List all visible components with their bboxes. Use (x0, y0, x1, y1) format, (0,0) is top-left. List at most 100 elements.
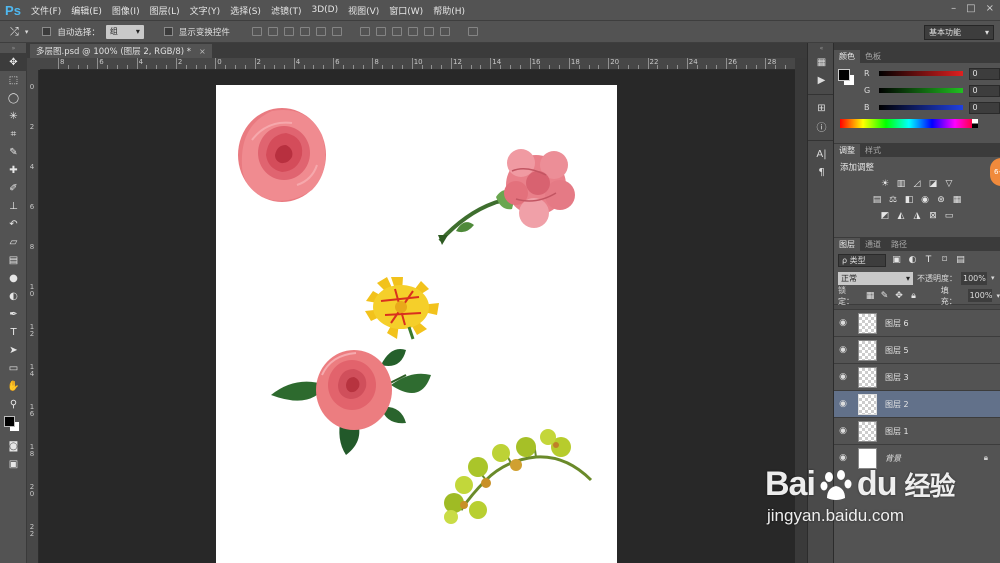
move-tool-icon[interactable]: ✥ (0, 53, 27, 71)
align-hcenter-icon[interactable] (315, 27, 326, 36)
hue-saturation-icon[interactable]: ▤ (872, 194, 883, 205)
show-transform-checkbox[interactable] (163, 27, 173, 36)
red-slider[interactable] (879, 71, 963, 76)
distribute-bottom-icon[interactable] (391, 27, 402, 36)
exposure-icon[interactable]: ◪ (928, 178, 939, 189)
tool-preset-chevron-icon[interactable]: ▾ (25, 28, 29, 36)
workspace-dropdown[interactable]: 基本功能 ▾ (924, 25, 994, 40)
magic-wand-tool-icon[interactable]: ✳ (0, 107, 27, 125)
photo-filter-icon[interactable]: ◉ (920, 194, 931, 205)
fill-chevron-icon[interactable]: ▾ (996, 292, 1000, 300)
fill-input[interactable]: 100% (967, 289, 993, 302)
tab-swatches[interactable]: 色板 (860, 50, 886, 63)
blend-mode-dropdown[interactable]: 正常 ▾ (838, 271, 913, 285)
align-top-icon[interactable] (251, 27, 262, 36)
posterize-icon[interactable]: ◭ (896, 210, 907, 221)
align-vcenter-icon[interactable] (267, 27, 278, 36)
invert-icon[interactable]: ◩ (880, 210, 891, 221)
blue-value[interactable]: 0 (968, 101, 1000, 114)
distribute-vcenter-icon[interactable] (375, 27, 386, 36)
marquee-tool-icon[interactable]: ⬚ (0, 71, 27, 89)
clone-stamp-tool-icon[interactable]: ⊥ (0, 197, 27, 215)
character-panel-icon[interactable]: A| (808, 145, 835, 163)
ruler-origin[interactable] (27, 58, 40, 70)
lock-transparent-icon[interactable]: ▦ (865, 290, 875, 301)
menu-help[interactable]: 帮助(H) (428, 4, 470, 17)
eyedropper-tool-icon[interactable]: ✎ (0, 143, 27, 161)
dodge-tool-icon[interactable]: ◐ (0, 287, 27, 305)
canvas-area[interactable] (40, 70, 795, 563)
info-panel-icon[interactable]: ⓘ (808, 117, 835, 135)
collapse-arrows-icon[interactable]: » (0, 43, 27, 53)
foreground-color-swatch[interactable] (4, 416, 15, 427)
tab-color[interactable]: 颜色 (834, 50, 860, 63)
actions-panel-icon[interactable]: ▶ (808, 71, 835, 89)
threshold-icon[interactable]: ◮ (912, 210, 923, 221)
layer-row[interactable]: ◉ 图层 5 (834, 336, 1000, 363)
gradient-tool-icon[interactable]: ▤ (0, 251, 27, 269)
eye-icon[interactable]: ◉ (834, 318, 852, 328)
foreground-color-swatch[interactable] (838, 69, 850, 81)
tab-adjustments[interactable]: 调整 (834, 144, 860, 157)
curves-icon[interactable]: ◿ (912, 178, 923, 189)
menu-type[interactable]: 文字(Y) (185, 4, 226, 17)
color-swatches[interactable] (0, 413, 27, 437)
brush-tool-icon[interactable]: ✐ (0, 179, 27, 197)
color-lookup-icon[interactable]: ▦ (952, 194, 963, 205)
pen-tool-icon[interactable]: ✒ (0, 305, 27, 323)
menu-layer[interactable]: 图层(L) (145, 4, 185, 17)
menu-select[interactable]: 选择(S) (225, 4, 266, 17)
levels-icon[interactable]: ▥ (896, 178, 907, 189)
menu-file[interactable]: 文件(F) (26, 4, 66, 17)
horizontal-ruler[interactable]: 8 6 4 2 0 2 4 6 8 10 12 14 16 18 20 22 24 26 28 (40, 58, 795, 70)
filter-shape-icon[interactable]: ⌑ (939, 255, 950, 266)
eraser-tool-icon[interactable]: ▱ (0, 233, 27, 251)
maximize-button[interactable]: □ (966, 3, 975, 14)
auto-select-checkbox[interactable] (42, 27, 52, 36)
hand-tool-icon[interactable]: ✋ (0, 377, 27, 395)
blue-slider[interactable] (879, 105, 963, 110)
color-balance-icon[interactable]: ⚖ (888, 194, 899, 205)
document-canvas[interactable] (216, 85, 617, 563)
menu-view[interactable]: 视图(V) (343, 4, 384, 17)
distribute-top-icon[interactable] (359, 27, 370, 36)
layer-row[interactable]: ◉ 图层 6 (834, 309, 1000, 336)
notification-badge[interactable]: 6- (990, 158, 1000, 186)
layer-name[interactable]: 图层 6 (885, 318, 909, 329)
brightness-icon[interactable]: ☀ (880, 178, 891, 189)
healing-brush-tool-icon[interactable]: ✚ (0, 161, 27, 179)
type-tool-icon[interactable]: T (0, 323, 27, 341)
black-white-icon[interactable]: ◧ (904, 194, 915, 205)
close-tab-icon[interactable]: × (199, 47, 206, 56)
layer-name[interactable]: 图层 5 (885, 345, 909, 356)
eye-icon[interactable]: ◉ (834, 399, 852, 409)
shape-tool-icon[interactable]: ▭ (0, 359, 27, 377)
layer-name[interactable]: 背景 (885, 453, 901, 464)
blur-tool-icon[interactable]: ● (0, 269, 27, 287)
crop-tool-icon[interactable]: ⌗ (0, 125, 27, 143)
opacity-input[interactable]: 100% (961, 271, 987, 285)
menu-image[interactable]: 图像(I) (107, 4, 145, 17)
selective-color-icon[interactable]: ⊠ (928, 210, 939, 221)
history-panel-icon[interactable]: ▦ (808, 53, 835, 71)
gradient-map-icon[interactable]: ▭ (944, 210, 955, 221)
tab-layers[interactable]: 图层 (834, 238, 860, 251)
filter-smart-icon[interactable]: ▤ (955, 255, 966, 266)
vertical-ruler[interactable]: 0 2 4 6 8 1 0 1 2 1 4 1 6 1 8 2 0 2 2 (27, 70, 39, 563)
align-bottom-icon[interactable] (283, 27, 294, 36)
align-left-icon[interactable] (299, 27, 310, 36)
collapse-arrows-icon[interactable]: « (808, 43, 835, 53)
lock-pixels-icon[interactable]: ✎ (879, 290, 889, 301)
lock-all-icon[interactable]: 🔒︎ (908, 290, 918, 301)
layer-name[interactable]: 图层 1 (885, 426, 909, 437)
distribute-hcenter-icon[interactable] (423, 27, 434, 36)
zoom-tool-icon[interactable]: ⚲ (0, 395, 27, 413)
auto-select-dropdown[interactable]: 组 ▾ (105, 24, 144, 39)
filter-pixel-icon[interactable]: ▣ (891, 255, 902, 266)
green-slider[interactable] (879, 88, 963, 93)
auto-align-icon[interactable] (467, 27, 478, 36)
menu-edit[interactable]: 编辑(E) (66, 4, 107, 17)
minimize-button[interactable]: – (951, 3, 956, 14)
vibrance-icon[interactable]: ▽ (944, 178, 955, 189)
red-value[interactable]: 0 (968, 67, 1000, 80)
